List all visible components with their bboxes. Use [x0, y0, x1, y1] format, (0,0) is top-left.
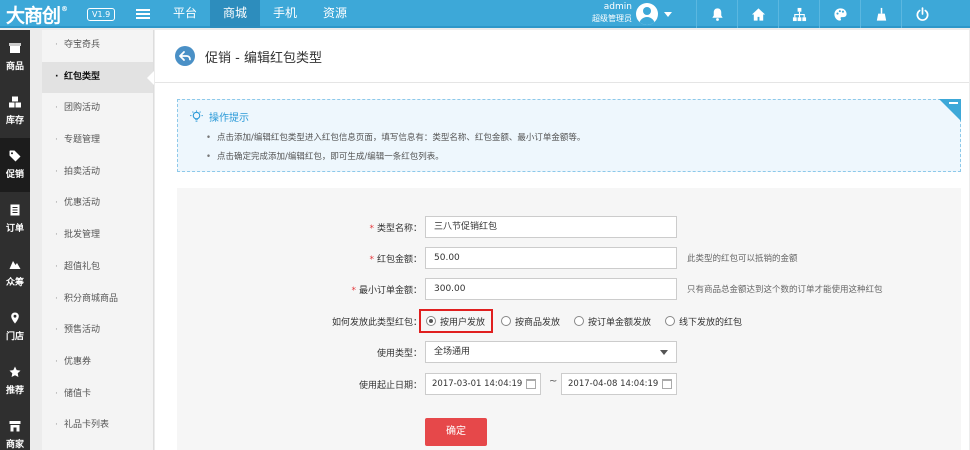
sidebar-item-stock[interactable]: 库存: [0, 84, 30, 138]
tip-line-2: 点击确定完成添加/编辑红包，即可生成/编辑一条红包列表。: [206, 150, 444, 162]
send-type-label: 如何发放此类型红包：: [331, 318, 422, 328]
page-header: 促销 - 编辑红包类型: [155, 30, 969, 83]
user-info[interactable]: admin 超级管理员: [578, 2, 632, 24]
sidebar-item-recommend[interactable]: 推荐: [0, 354, 30, 408]
use-type-select[interactable]: 全场通用: [425, 341, 677, 363]
sidebar-item-label: 推荐: [5, 386, 24, 396]
calendar-icon[interactable]: [662, 379, 672, 389]
sitemap-icon[interactable]: [778, 0, 819, 28]
amount-hint: 此类型的红包可以抵销的金额: [687, 254, 798, 264]
bell-icon[interactable]: [696, 0, 737, 28]
logo[interactable]: 大商创 ®: [6, 2, 68, 27]
submenu-item-coupons[interactable]: 优惠券: [42, 347, 153, 379]
sidebar-item-orders[interactable]: 订单: [0, 192, 30, 246]
submenu-item-discount[interactable]: 优惠活动: [42, 188, 153, 220]
sidebar-item-crowdfunding[interactable]: 众筹: [0, 246, 30, 300]
submenu-item-topics[interactable]: 专题管理: [42, 125, 153, 157]
order-icon: [10, 204, 20, 216]
use-type-label: 使用类型：: [376, 349, 422, 359]
submenu-item-group-buy[interactable]: 团购活动: [42, 93, 153, 125]
box-icon: [9, 43, 21, 53]
crowdfund-icon: [9, 261, 21, 269]
min-order-hint: 只有商品总金额达到这个数的订单才能使用这种红包: [687, 285, 883, 295]
calendar-icon[interactable]: [526, 379, 536, 389]
confirm-button[interactable]: 确定: [425, 418, 487, 446]
main-content: 促销 - 编辑红包类型 操作提示 点击添加/编辑红包类型进入红包信息页面，填写信…: [155, 30, 969, 450]
chevron-down-icon: [660, 350, 668, 355]
sidebar-item-label: 商品: [5, 62, 24, 72]
submenu-item-presale[interactable]: 预售活动: [42, 315, 153, 347]
submenu-item-package[interactable]: 超值礼包: [42, 252, 153, 284]
minus-icon[interactable]: [949, 102, 958, 104]
send-type-radio-group: 按用户发放 按商品发放 按订单金额发放 线下发放的红包: [419, 309, 756, 333]
radio-by-user[interactable]: 按用户发放: [419, 309, 494, 333]
submenu-item-wholesale[interactable]: 批发管理: [42, 220, 153, 252]
location-icon: [11, 312, 19, 324]
radio-offline[interactable]: 线下发放的红包: [665, 310, 742, 332]
user-role: 超级管理员: [592, 14, 632, 23]
edit-form: * 类型名称： * 红包金额： * 最小订单金额： 如何发放此类型红包： 使用类型： …: [177, 188, 961, 450]
shop-icon: [9, 421, 21, 432]
tag-icon: [9, 150, 21, 162]
date-separator: ~: [549, 376, 558, 387]
top-bar: 大商创 ® V1.9 平台 商城 手机 资源 admin 超级管理员: [0, 0, 970, 28]
tip-line-1: 点击添加/编辑红包类型进入红包信息页面，填写信息有：类型名称、红包金额、最小订单…: [206, 131, 585, 143]
broom-icon[interactable]: [860, 0, 901, 28]
sidebar-item-promotion[interactable]: 促销: [0, 138, 30, 192]
sidebar-item-label: 门店: [5, 332, 24, 342]
back-arrow-icon: [179, 51, 191, 61]
min-order-input[interactable]: 300.00: [425, 278, 677, 300]
submenu-item-auction[interactable]: 拍卖活动: [42, 157, 153, 189]
user-name: admin: [603, 2, 632, 12]
radio-by-goods[interactable]: 按商品发放: [501, 310, 560, 332]
sidebar-item-label: 商家: [5, 440, 24, 450]
power-icon[interactable]: [901, 0, 942, 28]
type-name-input[interactable]: 三八节促销红包: [425, 216, 677, 238]
home-icon[interactable]: [737, 0, 778, 28]
min-order-label: * 最小订单金额：: [351, 286, 422, 296]
cubes-icon: [9, 96, 21, 108]
avatar[interactable]: [636, 3, 658, 25]
top-icon-group: [696, 0, 942, 28]
palette-icon[interactable]: [819, 0, 860, 28]
end-date-input[interactable]: 2017-04-08 14:04:19: [561, 373, 677, 395]
star-icon: [9, 366, 21, 377]
icon-sidebar: 商品 库存 促销 订单 众筹 门店 推荐 商家: [0, 30, 30, 450]
start-date-input[interactable]: 2017-03-01 14:04:19: [425, 373, 541, 395]
tab-platform[interactable]: 平台: [160, 0, 210, 28]
main-nav: 平台 商城 手机 资源: [160, 0, 360, 28]
lightbulb-icon: [190, 110, 203, 122]
tab-mobile[interactable]: 手机: [260, 0, 310, 28]
amount-label: * 红包金额：: [369, 255, 422, 265]
type-name-label: * 类型名称：: [369, 224, 422, 234]
radio-by-order-amount[interactable]: 按订单金额发放: [574, 310, 651, 332]
sidebar-item-merchants[interactable]: 商家: [0, 408, 30, 450]
date-range-label: 使用起止日期：: [358, 381, 422, 391]
page-title: 促销 - 编辑红包类型: [205, 51, 322, 66]
tips-panel: 操作提示 点击添加/编辑红包类型进入红包信息页面，填写信息有：类型名称、红包金额…: [177, 99, 961, 172]
version-badge: V1.9: [87, 8, 116, 21]
submenu-item-snatch[interactable]: 夺宝奇兵: [42, 30, 153, 62]
sidebar-item-label: 库存: [5, 116, 24, 126]
submenu-item-gift-card-list[interactable]: 礼品卡列表: [42, 410, 153, 442]
sidebar-item-label: 订单: [5, 224, 24, 234]
back-button[interactable]: [175, 46, 195, 66]
submenu-item-points-mall[interactable]: 积分商城商品: [42, 284, 153, 316]
amount-input[interactable]: 50.00: [425, 247, 677, 269]
tab-mall[interactable]: 商城: [210, 0, 261, 28]
submenu-item-value-card[interactable]: 储值卡: [42, 379, 153, 411]
sidebar-item-label: 众筹: [5, 278, 24, 288]
promotion-submenu: 夺宝奇兵 红包类型 团购活动 专题管理 拍卖活动 优惠活动 批发管理 超值礼包 …: [42, 30, 154, 450]
tips-title: 操作提示: [190, 109, 249, 124]
sidebar-item-stores[interactable]: 门店: [0, 300, 30, 354]
tab-resources[interactable]: 资源: [310, 0, 360, 28]
sidebar-item-label: 促销: [5, 170, 24, 180]
submenu-item-bonus-type[interactable]: 红包类型: [42, 61, 154, 94]
sidebar-item-goods[interactable]: 商品: [0, 30, 30, 84]
chevron-down-icon[interactable]: [664, 12, 672, 17]
menu-toggle-icon[interactable]: [136, 9, 150, 20]
